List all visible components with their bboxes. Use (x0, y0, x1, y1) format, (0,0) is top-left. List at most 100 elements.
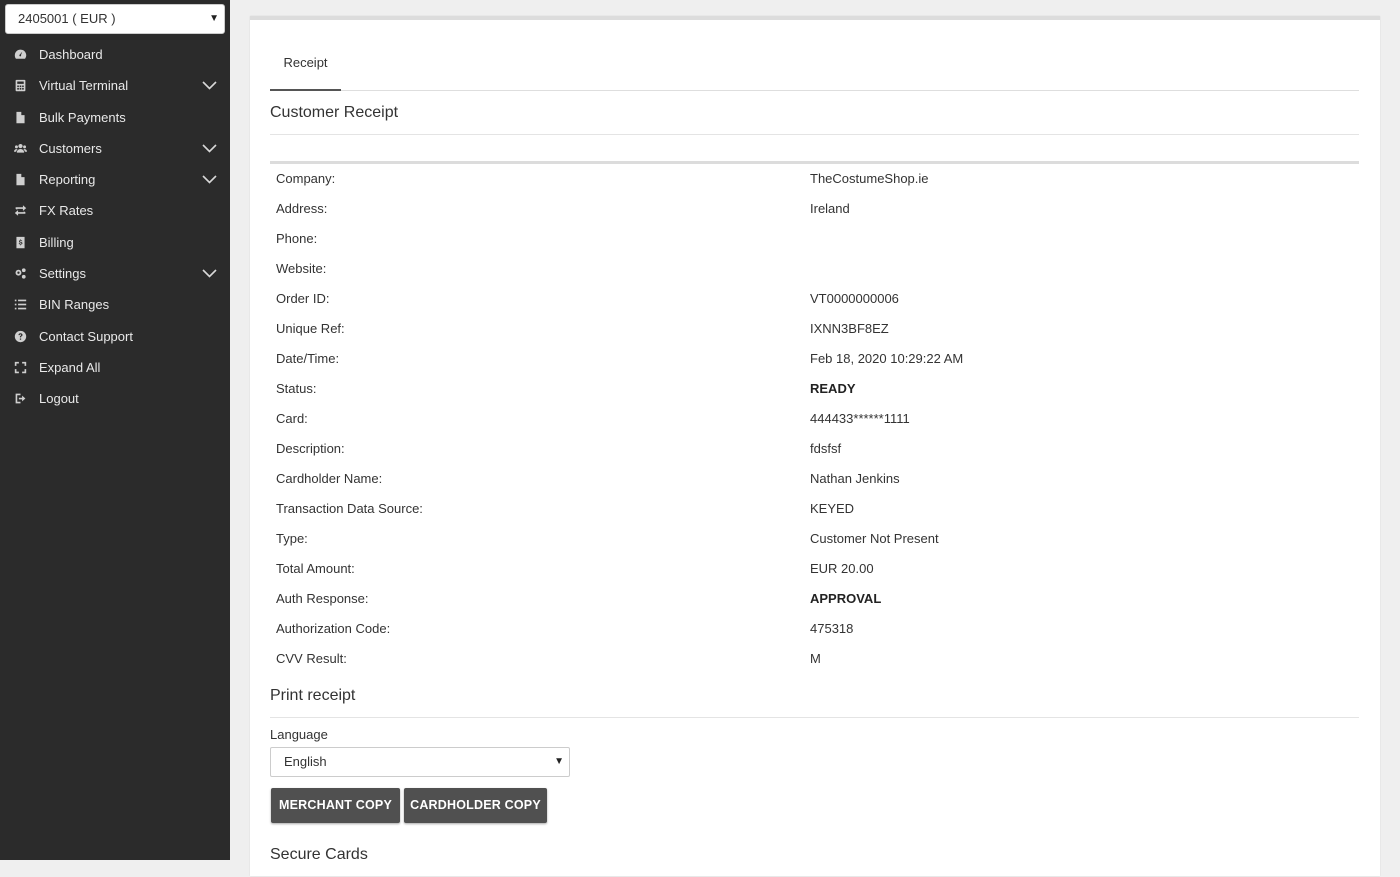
row-value: Customer Not Present (810, 531, 939, 546)
row-label: Address: (276, 201, 328, 216)
table-row: Total Amount: EUR 20.00 (270, 554, 1359, 584)
gears-icon (13, 258, 27, 289)
row-value: fdsfsf (810, 441, 842, 456)
chevron-down-icon (201, 133, 217, 164)
language-select[interactable]: English ▼ (270, 747, 570, 777)
receipt-details-table: Company: TheCostumeShop.ie Address: Irelan… (270, 161, 1359, 674)
table-row: Unique Ref: IXNN3BF8EZ (270, 314, 1359, 344)
table-row: Website: (270, 254, 1359, 284)
row-label: Transaction Data Source: (276, 501, 423, 516)
chevron-down-icon (201, 164, 217, 195)
secure-cards-title: Secure Cards (270, 846, 368, 863)
row-label: Total Amount: (276, 561, 355, 576)
account-select[interactable]: 2405001 ( EUR ) ▼ (5, 4, 225, 34)
sidebar-item-label: Logout (39, 391, 79, 407)
exchange-icon (13, 195, 27, 226)
sidebar-item-customers[interactable]: Customers (0, 133, 230, 164)
row-value: Ireland (810, 201, 850, 216)
row-value: VT0000000006 (810, 291, 899, 306)
sidebar: 2405001 ( EUR ) ▼ Dashboard Virtual Term… (0, 0, 230, 860)
sidebar-item-label: Bulk Payments (39, 109, 126, 125)
sidebar-item-virtual-terminal[interactable]: Virtual Terminal (0, 70, 230, 101)
sidebar-nav: Dashboard Virtual Terminal Bulk Payments… (0, 39, 230, 415)
row-value: Feb 18, 2020 10:29:22 AM (810, 351, 964, 366)
row-label: CVV Result: (276, 651, 347, 666)
sidebar-item-label: Virtual Terminal (39, 78, 129, 94)
table-row: Type: Customer Not Present (270, 524, 1359, 554)
chevron-down-icon (201, 258, 217, 289)
row-value: TheCostumeShop.ie (810, 171, 929, 186)
calculator-icon (13, 70, 27, 101)
table-row: CVV Result: M (270, 644, 1359, 674)
row-value: 444433******1111 (810, 411, 910, 426)
table-row: Authorization Code: 475318 (270, 614, 1359, 644)
sidebar-item-label: Reporting (39, 172, 96, 188)
cardholder-copy-button[interactable]: CARDHOLDER COPY (404, 788, 547, 823)
sidebar-item-logout[interactable]: Logout (0, 383, 230, 414)
language-select-value: English (284, 754, 327, 769)
status-value: READY (810, 381, 856, 396)
row-label: Website: (276, 261, 327, 276)
table-row: Order ID: VT0000000006 (270, 284, 1359, 314)
row-label: Authorization Code: (276, 621, 391, 636)
sidebar-item-bin-ranges[interactable]: BIN Ranges (0, 289, 230, 320)
sidebar-item-label: Contact Support (39, 328, 133, 344)
sidebar-item-bulk-payments[interactable]: Bulk Payments (0, 102, 230, 133)
customer-receipt-title: Customer Receipt (270, 104, 1359, 135)
receipt-card: Receipt Customer Receipt Company: TheCost… (250, 16, 1380, 876)
row-label: Status: (276, 381, 317, 396)
print-receipt-title: Print receipt (270, 687, 1359, 718)
sidebar-item-settings[interactable]: Settings (0, 258, 230, 289)
list-icon (13, 289, 27, 320)
row-label: Order ID: (276, 291, 330, 306)
table-row: Phone: (270, 224, 1359, 254)
sidebar-item-billing[interactable]: Billing (0, 227, 230, 258)
dashboard-icon (13, 39, 27, 70)
sidebar-item-expand-all[interactable]: Expand All (0, 352, 230, 383)
document-icon (13, 164, 27, 195)
chevron-down-icon (201, 70, 217, 101)
row-value: Nathan Jenkins (810, 471, 900, 486)
row-label: Description: (276, 441, 345, 456)
sidebar-item-label: BIN Ranges (39, 297, 110, 313)
table-row: Address: Ireland (270, 194, 1359, 224)
expand-icon (13, 352, 27, 383)
language-label: Language (270, 727, 328, 742)
row-label: Phone: (276, 231, 318, 246)
row-value: 475318 (810, 621, 854, 636)
sidebar-item-label: Expand All (39, 359, 101, 375)
tab-receipt[interactable]: Receipt (270, 20, 341, 91)
sidebar-item-dashboard[interactable]: Dashboard (0, 39, 230, 70)
row-label: Cardholder Name: (276, 471, 383, 486)
sidebar-item-fx-rates[interactable]: FX Rates (0, 195, 230, 226)
merchant-copy-button[interactable]: MERCHANT COPY (271, 788, 400, 823)
table-row: Auth Response: APPROVAL (270, 584, 1359, 614)
row-label: Auth Response: (276, 591, 369, 606)
row-label: Type: (276, 531, 308, 546)
row-value: KEYED (810, 501, 855, 516)
question-icon (13, 321, 27, 352)
table-row: Status: READY (270, 374, 1359, 404)
sidebar-item-reporting[interactable]: Reporting (0, 164, 230, 195)
sidebar-item-contact-support[interactable]: Contact Support (0, 321, 230, 352)
row-value: EUR 20.00 (810, 561, 874, 576)
row-label: Company: (276, 171, 336, 186)
logout-icon (13, 383, 27, 414)
sidebar-item-label: Settings (39, 266, 86, 282)
sidebar-item-label: Customers (39, 140, 102, 156)
caret-down-icon: ▼ (209, 13, 219, 24)
table-row: Cardholder Name: Nathan Jenkins (270, 464, 1359, 494)
tab-bar: Receipt (270, 20, 1359, 91)
row-value: IXNN3BF8EZ (810, 321, 889, 336)
document-icon (13, 102, 27, 133)
sidebar-item-label: FX Rates (39, 203, 94, 219)
table-row: Description: fdsfsf (270, 434, 1359, 464)
table-row: Transaction Data Source: KEYED (270, 494, 1359, 524)
row-value: M (810, 651, 821, 666)
auth-response-value: APPROVAL (810, 591, 882, 606)
table-row: Company: TheCostumeShop.ie (270, 164, 1359, 194)
caret-down-icon: ▼ (554, 756, 564, 767)
table-row: Card: 444433******1111 (270, 404, 1359, 434)
row-label: Card: (276, 411, 308, 426)
row-label: Unique Ref: (276, 321, 345, 336)
